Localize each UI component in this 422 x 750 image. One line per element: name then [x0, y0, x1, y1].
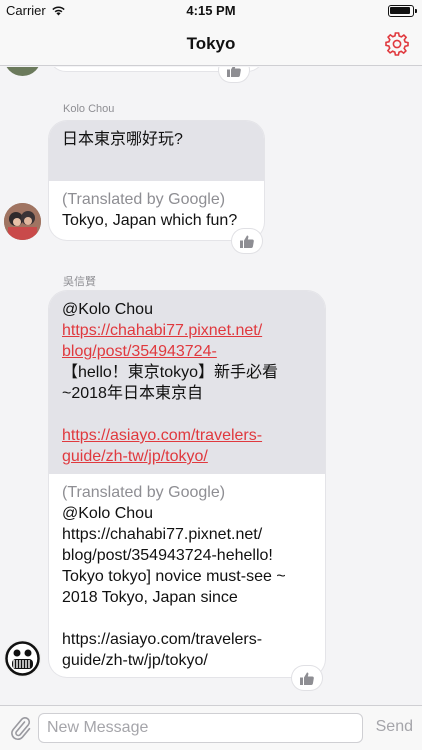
translation-block: (Translated by Google) Tokyo, Japan whic…	[49, 181, 264, 240]
avatar[interactable]	[4, 203, 41, 240]
avatar-photo	[4, 203, 41, 240]
message-link[interactable]: https://chahabi77.pixnet.net/	[62, 320, 311, 341]
message-link[interactable]: https://asiayo.com/travelers-	[62, 425, 311, 446]
original-text: 日本東京哪好玩?	[49, 121, 264, 181]
thumbs-up-icon	[300, 672, 314, 685]
translated-line: Tokyo tokyo] novice must-see ~	[62, 568, 286, 585]
translation-block: (Translated by Google) @Kolo Chou https:…	[49, 474, 325, 677]
message-bubble[interactable]: @Kolo Chou https://chahabi77.pixnet.net/…	[49, 291, 325, 677]
like-button[interactable]	[292, 666, 322, 690]
translated-line: @Kolo Chou	[62, 505, 153, 522]
paperclip-icon[interactable]	[8, 715, 32, 741]
translated-line: guide/zh-tw/jp/tokyo/	[62, 652, 208, 669]
avatar-photo	[4, 640, 41, 677]
nav-bar: Tokyo	[0, 22, 422, 66]
message-text: 日本東京哪好玩?	[62, 131, 183, 148]
message-line: @Kolo Chou	[62, 301, 153, 318]
original-text: @Kolo Chou https://chahabi77.pixnet.net/…	[49, 291, 325, 474]
translated-line: blog/post/354943724-hehello!	[62, 547, 273, 564]
translated-line: https://asiayo.com/travelers-	[62, 631, 263, 648]
message-link[interactable]: guide/zh-tw/jp/tokyo/	[62, 446, 311, 467]
thumbs-up-icon	[240, 235, 254, 248]
message-input[interactable]	[38, 713, 363, 743]
translated-line: 2018 Tokyo, Japan since	[62, 589, 238, 606]
sender-name: Kolo Chou	[63, 103, 115, 115]
message-line: ~2018年日本東京自	[62, 385, 203, 402]
sender-name: 吳信賢	[63, 276, 96, 288]
message-line: 【hello！東京tokyo】新手必看	[62, 364, 279, 381]
message-list[interactable]: Kolo Chou 日本東京哪好玩? (Translated by Google…	[0, 67, 422, 705]
send-button[interactable]: Send	[376, 718, 413, 736]
translated-text: Tokyo, Japan which fun?	[62, 212, 238, 229]
page-title: Tokyo	[186, 34, 236, 53]
thumbs-up-icon	[227, 67, 241, 77]
status-bar: Carrier 4:15 PM	[0, 0, 422, 22]
translated-by-label: (Translated by Google)	[62, 484, 226, 501]
like-button[interactable]	[232, 229, 262, 253]
message-link[interactable]: blog/post/354943724-	[62, 341, 311, 362]
translated-by-label: (Translated by Google)	[62, 191, 226, 208]
like-button[interactable]	[219, 67, 249, 82]
gear-icon[interactable]	[384, 31, 410, 57]
avatar[interactable]	[4, 640, 41, 677]
message-input-bar: Send	[0, 705, 422, 750]
avatar	[4, 67, 41, 76]
status-time: 4:15 PM	[186, 3, 236, 18]
battery-icon	[388, 5, 417, 17]
message-bubble[interactable]: 日本東京哪好玩? (Translated by Google) Tokyo, J…	[49, 121, 264, 240]
translated-line: https://chahabi77.pixnet.net/	[62, 526, 263, 543]
